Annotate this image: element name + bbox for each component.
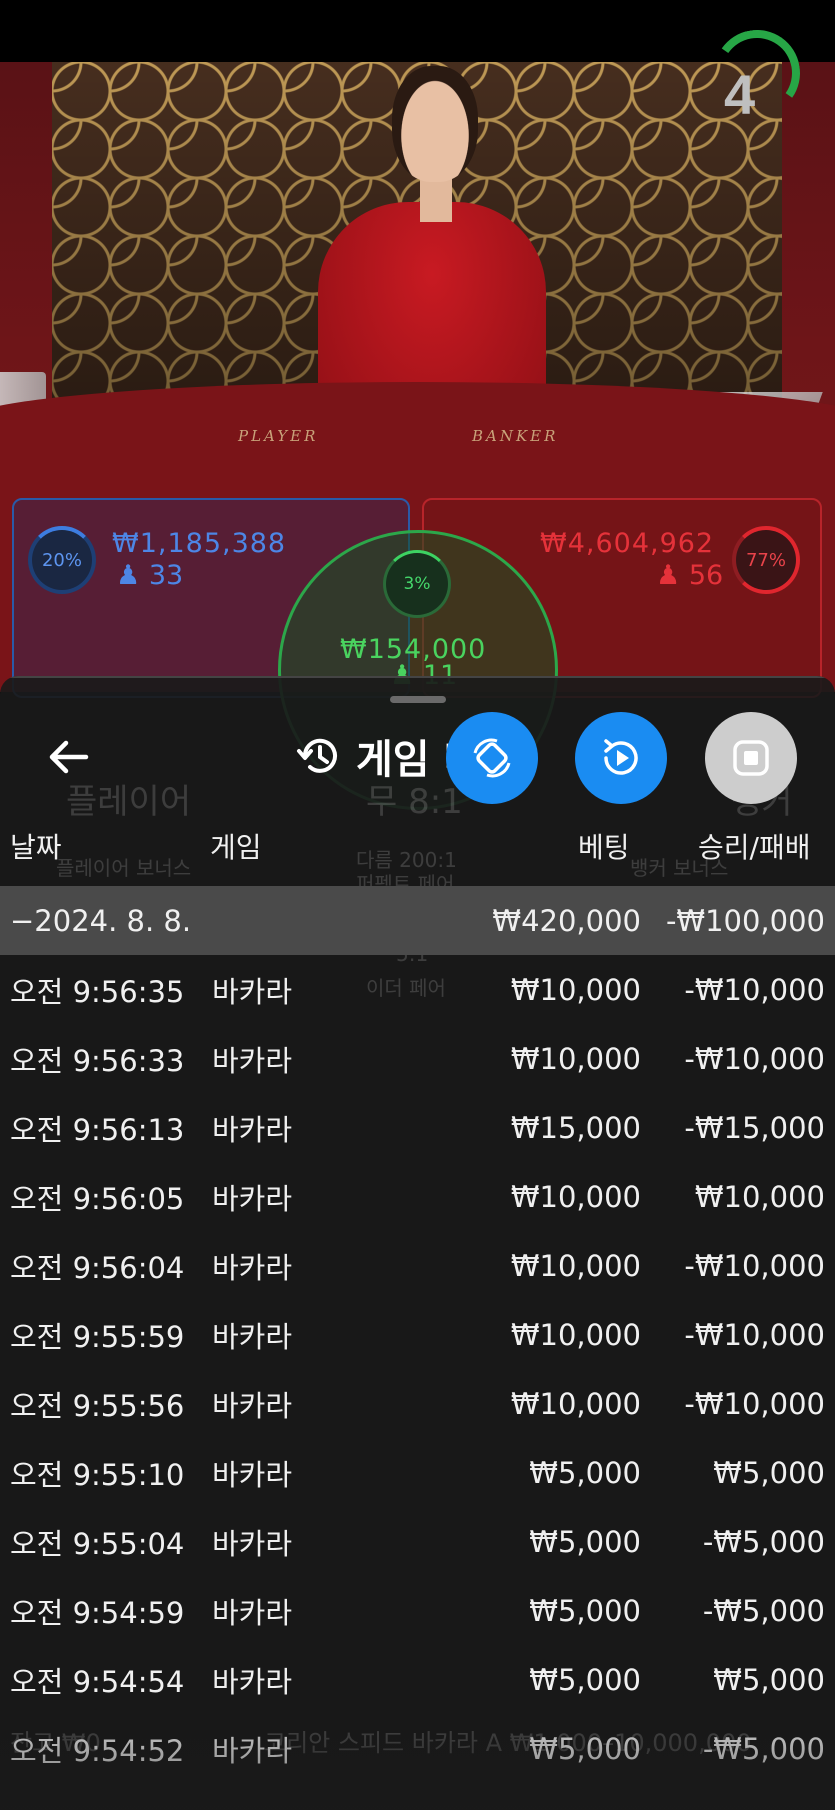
row-game: 바카라 (212, 1181, 293, 1216)
tie-percent-ring: 3% (383, 550, 451, 618)
felt-banker-label: BANKER (472, 427, 559, 445)
table-row[interactable]: 오전 9:56:33 바카라 ₩10,000 -₩10,000 (0, 1024, 835, 1093)
row-time: 오전 9:56:35 (10, 974, 185, 1009)
row-result: -₩10,000 (684, 1248, 825, 1283)
row-bet: ₩10,000 (510, 1317, 641, 1352)
player-total-amount: ₩1,185,388 (112, 528, 287, 559)
row-result: ₩5,000 (713, 1455, 825, 1490)
replay-icon (604, 739, 638, 775)
banker-total-amount: ₩4,604,962 (540, 528, 715, 559)
player-percent-ring: 20% (28, 526, 96, 594)
table-row[interactable]: 오전 9:55:10 바카라 ₩5,000 ₩5,000 (0, 1438, 835, 1507)
row-game: 바카라 (212, 1664, 293, 1699)
row-time: 오전 9:54:59 (10, 1595, 185, 1630)
row-result: -₩10,000 (684, 1317, 825, 1352)
stop-button[interactable] (705, 712, 797, 804)
history-table: −2024. 8. 8. ₩420,000 -₩100,000 오전 9:56:… (0, 886, 835, 1783)
row-result: -₩5,000 (702, 1593, 825, 1628)
countdown-timer: 4 (724, 63, 756, 126)
row-time: 오전 9:56:33 (10, 1043, 185, 1078)
row-result: ₩10,000 (694, 1179, 825, 1214)
drag-handle[interactable] (390, 696, 446, 703)
player-bettor-count: ♟ 33 (116, 560, 183, 591)
replay-button[interactable] (575, 712, 667, 804)
row-game: 바카라 (212, 1388, 293, 1423)
user-icon: ♟ (656, 560, 681, 591)
player-percent: 20% (41, 549, 82, 571)
banker-bettor-count: ♟ 56 (656, 560, 723, 591)
player-count-value: 33 (148, 560, 184, 591)
group-date: −2024. 8. 8. (10, 903, 192, 938)
arrow-left-icon (49, 740, 89, 774)
row-time: 오전 9:56:04 (10, 1250, 185, 1285)
row-bet: ₩5,000 (529, 1662, 641, 1697)
tie-percent: 3% (403, 574, 431, 594)
rotate-screen-button[interactable] (446, 712, 538, 804)
column-header-result: 승리/패배 (698, 831, 811, 864)
row-time: 오전 9:55:56 (10, 1388, 185, 1423)
banker-percent-ring: 77% (732, 526, 800, 594)
row-time: 오전 9:56:13 (10, 1112, 185, 1147)
table-row[interactable]: 오전 9:56:04 바카라 ₩10,000 -₩10,000 (0, 1231, 835, 1300)
row-time: 오전 9:56:05 (10, 1181, 185, 1216)
row-time: 오전 9:55:04 (10, 1526, 185, 1561)
row-result: -₩10,000 (684, 1041, 825, 1076)
column-header-game: 게임 (210, 831, 262, 864)
column-header-date: 날짜 (10, 831, 62, 864)
row-game: 바카라 (212, 1319, 293, 1354)
row-bet: ₩10,000 (510, 1248, 641, 1283)
felt-player-label: PLAYER (238, 427, 319, 445)
row-game: 바카라 (212, 1526, 293, 1561)
row-bet: ₩10,000 (510, 972, 641, 1007)
user-icon: ♟ (116, 560, 141, 591)
row-bet: ₩5,000 (529, 1593, 641, 1628)
column-header-bet: 베팅 (578, 831, 630, 864)
stop-icon (733, 740, 769, 776)
bg-table-name: 코리안 스피드 바카라 A ₩1,000–10,000,000 (264, 1729, 752, 1757)
dealer-head (392, 66, 478, 182)
table-row[interactable]: 오전 9:54:59 바카라 ₩5,000 -₩5,000 (0, 1576, 835, 1645)
table-row[interactable]: 오전 9:54:54 바카라 ₩5,000 ₩5,000 (0, 1645, 835, 1714)
row-bet: ₩10,000 (510, 1041, 641, 1076)
row-result: -₩15,000 (684, 1110, 825, 1145)
row-bet: ₩15,000 (510, 1110, 641, 1145)
group-total-bet: ₩420,000 (492, 903, 641, 938)
bg-balance: 잔고 ₩0 (10, 1729, 101, 1757)
row-game: 바카라 (212, 1112, 293, 1147)
row-result: -₩5,000 (702, 1524, 825, 1559)
banker-percent: 77% (745, 549, 786, 571)
row-result: -₩10,000 (684, 1386, 825, 1421)
row-game: 바카라 (212, 974, 293, 1009)
row-game: 바카라 (212, 1250, 293, 1285)
banker-count-value: 56 (688, 560, 724, 591)
group-total-result: -₩100,000 (665, 903, 825, 938)
table-row[interactable]: 오전 9:55:56 바카라 ₩10,000 -₩10,000 (0, 1369, 835, 1438)
table-row[interactable]: 오전 9:56:35 바카라 ₩10,000 -₩10,000 (0, 955, 835, 1024)
back-button[interactable] (44, 732, 94, 782)
history-clock-icon (297, 738, 337, 773)
row-time: 오전 9:54:54 (10, 1664, 185, 1699)
row-bet: ₩10,000 (510, 1179, 641, 1214)
row-game: 바카라 (212, 1457, 293, 1492)
row-bet: ₩5,000 (529, 1524, 641, 1559)
row-time: 오전 9:55:59 (10, 1319, 185, 1354)
row-game: 바카라 (212, 1043, 293, 1078)
row-game: 바카라 (212, 1595, 293, 1630)
table-row[interactable]: 오전 9:56:13 바카라 ₩15,000 -₩15,000 (0, 1093, 835, 1162)
date-group-row[interactable]: −2024. 8. 8. ₩420,000 -₩100,000 (0, 886, 835, 955)
bg-player-bonus: 플레이어 보너스 (56, 856, 192, 880)
table-row[interactable]: 오전 9:55:04 바카라 ₩5,000 -₩5,000 (0, 1507, 835, 1576)
row-bet: ₩5,000 (529, 1455, 641, 1490)
table-row[interactable]: 오전 9:56:05 바카라 ₩10,000 ₩10,000 (0, 1162, 835, 1231)
rotate-screen-icon (473, 738, 511, 778)
row-time: 오전 9:55:10 (10, 1457, 185, 1492)
row-bet: ₩10,000 (510, 1386, 641, 1421)
row-result: -₩10,000 (684, 972, 825, 1007)
table-row[interactable]: 오전 9:55:59 바카라 ₩10,000 -₩10,000 (0, 1300, 835, 1369)
row-result: ₩5,000 (713, 1662, 825, 1697)
game-history-sheet: 플레이어 무 8:1 뱅커 플레이어 보너스 다름 200:1 퍼펙트 페어 뱅… (0, 676, 835, 1810)
